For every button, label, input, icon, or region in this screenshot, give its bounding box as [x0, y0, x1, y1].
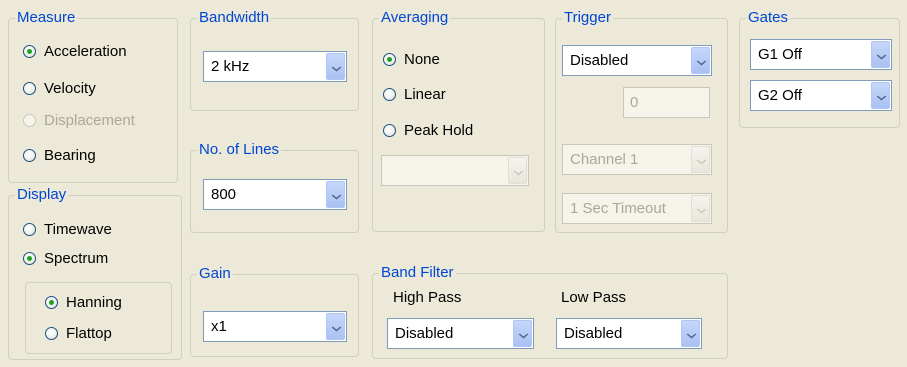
lines-title: No. of Lines [197, 141, 282, 159]
displacement-radio: Displacement [23, 110, 135, 130]
gate-1-select[interactable]: G1 Off [750, 39, 892, 70]
chevron-down-icon[interactable] [326, 181, 345, 208]
chevron-down-icon [691, 146, 710, 173]
chevron-down-icon [691, 195, 710, 222]
display-title: Display [15, 186, 69, 204]
chevron-down-icon[interactable] [871, 41, 890, 68]
timewave-label: Timewave [44, 220, 112, 238]
trigger-timeout-value: 1 Sec Timeout [570, 200, 666, 217]
high-pass-value: Disabled [395, 325, 454, 342]
gates-title: Gates [746, 9, 791, 27]
radio-checked-icon [383, 52, 396, 66]
measure-group: Measure Acceleration Velocity Displaceme… [8, 9, 178, 183]
gain-value: x1 [211, 318, 227, 335]
bearing-radio[interactable]: Bearing [23, 145, 96, 165]
displacement-label: Displacement [44, 111, 135, 129]
chevron-down-icon[interactable] [326, 313, 345, 340]
radio-checked-icon [45, 295, 58, 309]
trigger-level-input: 0 [623, 87, 710, 118]
hanning-label: Hanning [66, 293, 122, 311]
spectrum-label: Spectrum [44, 249, 109, 267]
acceleration-radio[interactable]: Acceleration [23, 41, 127, 61]
linear-label: Linear [404, 85, 446, 103]
radio-checked-icon [23, 251, 36, 265]
gate-2-value: G2 Off [758, 87, 802, 104]
radio-icon [383, 87, 396, 101]
hanning-radio[interactable]: Hanning [45, 292, 122, 312]
gain-title: Gain [197, 265, 233, 283]
gates-group: Gates G1 Off G2 Off [739, 9, 900, 128]
trigger-channel-select: Channel 1 [562, 144, 712, 175]
spectrum-radio[interactable]: Spectrum [23, 248, 108, 268]
chevron-down-icon[interactable] [513, 320, 532, 347]
gate-2-select[interactable]: G2 Off [750, 80, 892, 111]
gate-1-value: G1 Off [758, 46, 802, 63]
low-pass-select[interactable]: Disabled [556, 318, 702, 349]
bearing-label: Bearing [44, 146, 96, 164]
velocity-radio[interactable]: Velocity [23, 78, 96, 98]
chevron-down-icon[interactable] [691, 47, 710, 74]
chevron-down-icon[interactable] [326, 53, 345, 80]
averaging-group: Averaging None Linear Peak Hold [372, 9, 545, 232]
flattop-label: Flattop [66, 324, 112, 342]
trigger-timeout-select: 1 Sec Timeout [562, 193, 712, 224]
radio-icon [23, 81, 36, 95]
radio-icon [23, 222, 36, 236]
acceleration-label: Acceleration [44, 42, 127, 60]
band-filter-group: Band Filter High Pass Low Pass Disabled … [372, 264, 728, 359]
chevron-down-icon [508, 157, 527, 184]
peak-hold-radio[interactable]: Peak Hold [383, 120, 473, 140]
low-pass-label: Low Pass [561, 289, 627, 306]
high-pass-label: High Pass [393, 289, 462, 306]
gain-select[interactable]: x1 [203, 311, 347, 342]
linear-radio[interactable]: Linear [383, 84, 446, 104]
trigger-channel-value: Channel 1 [570, 151, 639, 168]
radio-icon [23, 113, 36, 127]
trigger-mode-select[interactable]: Disabled [562, 45, 712, 76]
high-pass-select[interactable]: Disabled [387, 318, 534, 349]
none-radio[interactable]: None [383, 49, 440, 69]
chevron-down-icon[interactable] [871, 82, 890, 109]
chevron-down-icon[interactable] [681, 320, 700, 347]
radio-icon [383, 123, 396, 137]
velocity-label: Velocity [44, 79, 96, 97]
bandwidth-select[interactable]: 2 kHz [203, 51, 347, 82]
timewave-radio[interactable]: Timewave [23, 219, 112, 239]
lines-group: No. of Lines 800 [190, 141, 359, 233]
radio-icon [45, 326, 58, 340]
lines-value: 800 [211, 186, 237, 203]
averaging-title: Averaging [379, 9, 451, 27]
lines-select[interactable]: 800 [203, 179, 347, 210]
radio-checked-icon [23, 44, 36, 58]
peak-hold-label: Peak Hold [404, 121, 474, 139]
trigger-level-value: 0 [630, 94, 639, 111]
trigger-title: Trigger [562, 9, 613, 27]
bandwidth-value: 2 kHz [211, 58, 250, 75]
radio-icon [23, 148, 36, 162]
measure-title: Measure [15, 9, 78, 27]
trigger-group: Trigger Disabled 0 Channel 1 1 Sec Timeo… [555, 9, 728, 233]
averaging-count-select [381, 155, 529, 186]
flattop-radio[interactable]: Flattop [45, 323, 112, 343]
low-pass-value: Disabled [564, 325, 623, 342]
trigger-mode-value: Disabled [570, 52, 629, 69]
band-filter-title: Band Filter [379, 264, 456, 282]
none-label: None [404, 50, 440, 68]
bandwidth-title: Bandwidth [197, 9, 272, 27]
display-group: Display Timewave Spectrum Hanning Flatto… [8, 186, 182, 360]
gain-group: Gain x1 [190, 265, 359, 357]
window-group: Hanning Flattop [25, 282, 172, 354]
bandwidth-group: Bandwidth 2 kHz [190, 9, 359, 111]
